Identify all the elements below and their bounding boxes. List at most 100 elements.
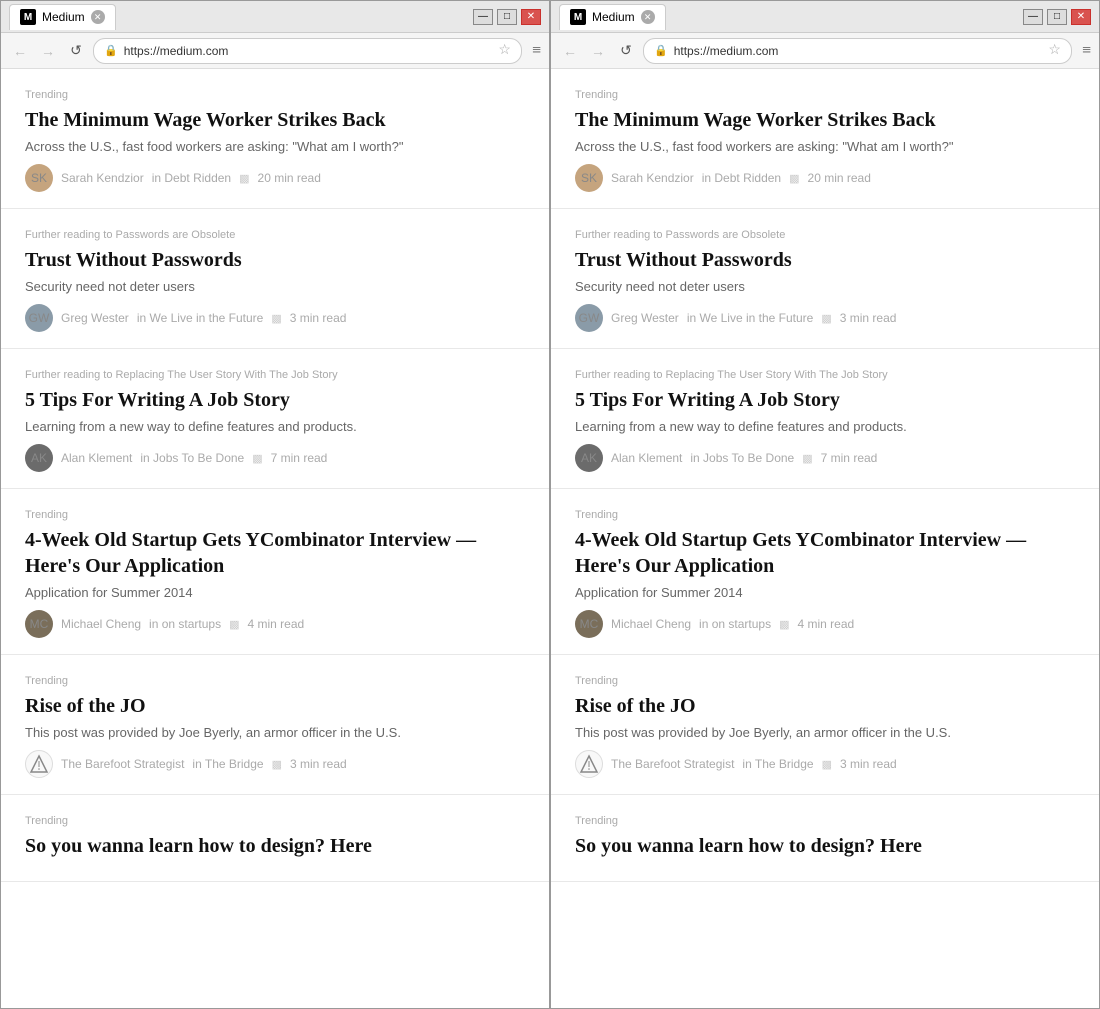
bookmark-icon: ▩: [229, 618, 239, 631]
article-label: Further reading to Passwords are Obsolet…: [25, 229, 525, 241]
article-item: Trending So you wanna learn how to desig…: [1, 795, 549, 882]
author-name[interactable]: Alan Klement: [61, 451, 132, 465]
article-title[interactable]: The Minimum Wage Worker Strikes Back: [575, 107, 1075, 133]
article-meta: The Barefoot Strategist in The Bridge ▩ …: [25, 750, 525, 778]
bookmark-star-left[interactable]: ☆: [498, 42, 511, 59]
maximize-btn-right[interactable]: □: [1047, 9, 1067, 25]
minimize-btn-right[interactable]: —: [1023, 9, 1043, 25]
publication[interactable]: in The Bridge: [742, 757, 813, 771]
address-bar-left[interactable]: 🔒 https://medium.com ☆: [93, 38, 522, 64]
article-subtitle: This post was provided by Joe Byerly, an…: [575, 725, 1075, 740]
tab-medium-right[interactable]: M Medium ✕: [559, 4, 666, 30]
publication[interactable]: in Jobs To Be Done: [140, 451, 244, 465]
close-btn-left[interactable]: ✕: [521, 9, 541, 25]
nav-bar-right: ← → ↺ 🔒 https://medium.com ☆ ≡: [551, 33, 1099, 69]
author-name[interactable]: Michael Cheng: [61, 617, 141, 631]
avatar: GW: [575, 304, 603, 332]
bookmark-icon: ▩: [252, 452, 262, 465]
avatar-img: AK: [25, 444, 53, 472]
bookmark-star-right[interactable]: ☆: [1048, 42, 1061, 59]
article-title[interactable]: So you wanna learn how to design? Here: [25, 833, 525, 859]
article-title[interactable]: Rise of the JO: [25, 693, 525, 719]
close-btn-right[interactable]: ✕: [1071, 9, 1091, 25]
publication[interactable]: in We Live in the Future: [137, 311, 264, 325]
publication[interactable]: in We Live in the Future: [687, 311, 814, 325]
back-btn-right[interactable]: ←: [559, 40, 581, 62]
reload-btn-right[interactable]: ↺: [615, 40, 637, 62]
publication[interactable]: in Debt Ridden: [702, 171, 781, 185]
read-time: 3 min read: [290, 311, 347, 325]
read-time: 7 min read: [271, 451, 328, 465]
author-name[interactable]: The Barefoot Strategist: [61, 757, 184, 771]
avatar-img: GW: [25, 304, 53, 332]
tab-close-left[interactable]: ✕: [91, 10, 105, 24]
ssl-icon-left: 🔒: [104, 44, 118, 57]
browser-window-left: M Medium ✕ — □ ✕ ← → ↺ 🔒 https://medium.…: [0, 0, 550, 1009]
forward-btn-right[interactable]: →: [587, 40, 609, 62]
author-name[interactable]: Greg Wester: [61, 311, 129, 325]
address-bar-right[interactable]: 🔒 https://medium.com ☆: [643, 38, 1072, 64]
article-label: Trending: [575, 89, 1075, 101]
publication[interactable]: in The Bridge: [192, 757, 263, 771]
avatar: AK: [575, 444, 603, 472]
article-title[interactable]: Rise of the JO: [575, 693, 1075, 719]
publication[interactable]: in Debt Ridden: [152, 171, 231, 185]
tab-close-right[interactable]: ✕: [641, 10, 655, 24]
author-name[interactable]: Greg Wester: [611, 311, 679, 325]
avatar: GW: [25, 304, 53, 332]
tab-medium-left[interactable]: M Medium ✕: [9, 4, 116, 30]
avatar: AK: [25, 444, 53, 472]
page-content-left[interactable]: Trending The Minimum Wage Worker Strikes…: [1, 69, 549, 1008]
article-label: Trending: [25, 509, 525, 521]
article-title[interactable]: 4-Week Old Startup Gets YCombinator Inte…: [25, 527, 525, 579]
author-name[interactable]: The Barefoot Strategist: [611, 757, 734, 771]
article-subtitle: Across the U.S., fast food workers are a…: [25, 139, 525, 154]
article-title[interactable]: 4-Week Old Startup Gets YCombinator Inte…: [575, 527, 1075, 579]
article-title[interactable]: 5 Tips For Writing A Job Story: [575, 387, 1075, 413]
bookmark-icon: ▩: [789, 172, 799, 185]
bookmark-icon: ▩: [272, 758, 282, 771]
author-name[interactable]: Michael Cheng: [611, 617, 691, 631]
reload-btn-left[interactable]: ↺: [65, 40, 87, 62]
article-title[interactable]: 5 Tips For Writing A Job Story: [25, 387, 525, 413]
maximize-btn-left[interactable]: □: [497, 9, 517, 25]
page-content-right[interactable]: Trending The Minimum Wage Worker Strikes…: [551, 69, 1099, 1008]
article-label: Trending: [25, 815, 525, 827]
author-name[interactable]: Alan Klement: [611, 451, 682, 465]
article-title[interactable]: So you wanna learn how to design? Here: [575, 833, 1075, 859]
tab-title-right: Medium: [592, 10, 635, 24]
forward-btn-left[interactable]: →: [37, 40, 59, 62]
bookmark-icon: ▩: [239, 172, 249, 185]
article-title[interactable]: Trust Without Passwords: [25, 247, 525, 273]
menu-icon-right[interactable]: ≡: [1082, 42, 1091, 60]
publication[interactable]: in on startups: [699, 617, 771, 631]
article-subtitle: Learning from a new way to define featur…: [575, 419, 1075, 434]
article-label: Trending: [575, 509, 1075, 521]
article-item: Trending Rise of the JO This post was pr…: [1, 655, 549, 795]
article-label: Further reading to Replacing The User St…: [25, 369, 525, 381]
author-name[interactable]: Sarah Kendzior: [611, 171, 694, 185]
avatar: [575, 750, 603, 778]
avatar-img: AK: [575, 444, 603, 472]
menu-icon-left[interactable]: ≡: [532, 42, 541, 60]
article-item: Trending 4-Week Old Startup Gets YCombin…: [1, 489, 549, 655]
publication[interactable]: in on startups: [149, 617, 221, 631]
read-time: 20 min read: [808, 171, 871, 185]
article-subtitle: Application for Summer 2014: [25, 585, 525, 600]
read-time: 4 min read: [248, 617, 305, 631]
read-time: 3 min read: [840, 757, 897, 771]
url-text-right: https://medium.com: [674, 44, 1043, 58]
author-name[interactable]: Sarah Kendzior: [61, 171, 144, 185]
barefoot-icon: [29, 754, 49, 774]
back-btn-left[interactable]: ←: [9, 40, 31, 62]
article-item: Further reading to Replacing The User St…: [1, 349, 549, 489]
article-meta: AK Alan Klement in Jobs To Be Done ▩ 7 m…: [575, 444, 1075, 472]
browser-window-right: M Medium ✕ — □ ✕ ← → ↺ 🔒 https://medium.…: [550, 0, 1100, 1009]
article-title[interactable]: Trust Without Passwords: [575, 247, 1075, 273]
article-subtitle: Security need not deter users: [575, 279, 1075, 294]
publication[interactable]: in Jobs To Be Done: [690, 451, 794, 465]
article-title[interactable]: The Minimum Wage Worker Strikes Back: [25, 107, 525, 133]
url-text-left: https://medium.com: [124, 44, 493, 58]
title-bar-right: M Medium ✕ — □ ✕: [551, 1, 1099, 33]
minimize-btn-left[interactable]: —: [473, 9, 493, 25]
